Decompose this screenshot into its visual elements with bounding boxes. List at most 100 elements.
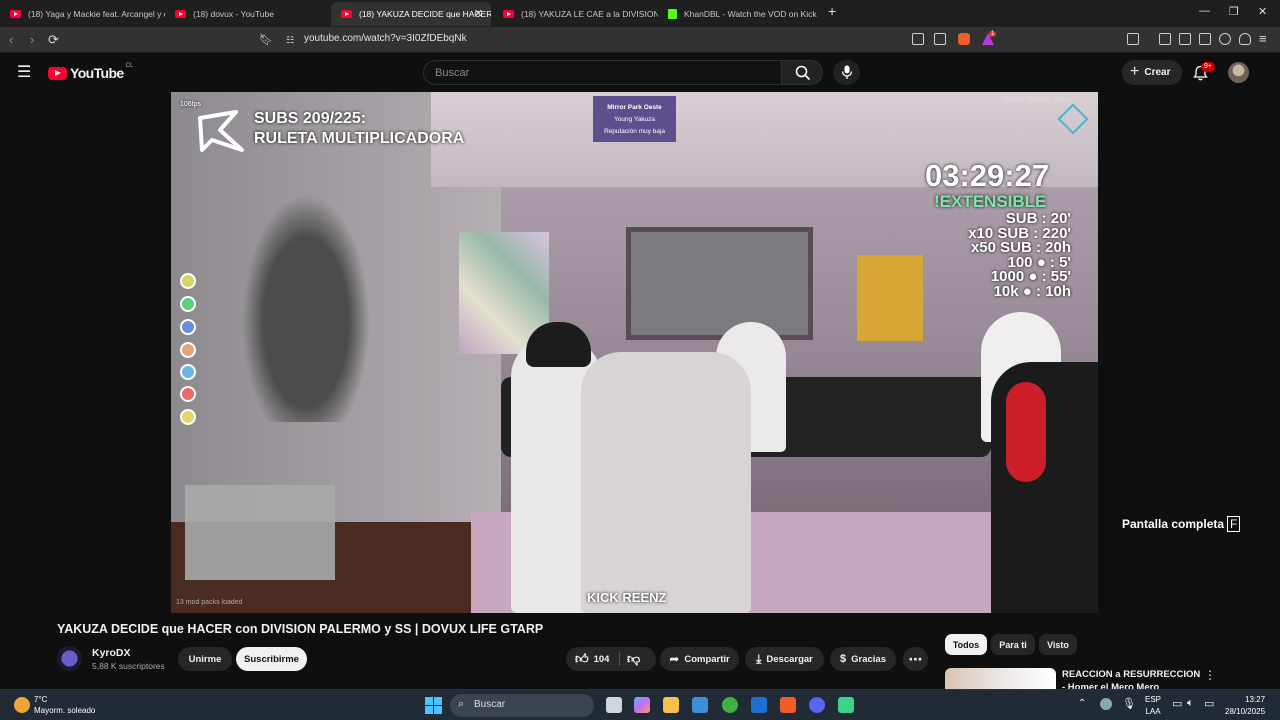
more-actions-icon[interactable]: ⋯ — [903, 647, 928, 671]
download-button[interactable]: ⤓ Descargar — [745, 647, 824, 671]
create-button[interactable]: + Crear — [1122, 60, 1182, 85]
divider — [619, 652, 620, 666]
thirst-status-icon — [180, 364, 196, 380]
copilot-icon[interactable] — [634, 697, 650, 713]
file-explorer-icon[interactable] — [663, 697, 679, 713]
browser-tab[interactable]: (18) dovux - YouTube — [165, 2, 330, 26]
health-status-icon — [180, 296, 196, 312]
create-label: Crear — [1144, 67, 1171, 78]
back-icon[interactable]: ‹ — [9, 32, 13, 47]
store-icon[interactable] — [692, 697, 708, 713]
new-tab-icon[interactable]: + — [828, 3, 836, 19]
browser-tab-active[interactable]: (18) YAKUZA DECIDE que HACER ✕ — [331, 2, 491, 26]
dislike-icon[interactable]: 👎︎ — [627, 651, 640, 667]
subathon-timer: 03:29:27 — [925, 158, 1050, 193]
location-title: Mirror Park Oeste — [607, 104, 662, 111]
subs-roulette-text: RULETA MULTIPLICADORA — [254, 130, 465, 147]
suggested-video-thumbnail[interactable] — [945, 668, 1056, 690]
bookmark-icon[interactable]: 🔖︎ — [259, 33, 273, 46]
channel-avatar[interactable] — [57, 646, 82, 671]
search-icon — [795, 65, 811, 81]
server-tag: FiveM* (b3258) (Beta) — [1004, 97, 1073, 104]
search-placeholder: Buscar — [435, 67, 470, 79]
windows-start-icon[interactable] — [425, 697, 442, 714]
brave-browser-icon[interactable] — [780, 697, 796, 713]
task-view-icon[interactable] — [606, 697, 622, 713]
hunger-status-icon — [180, 273, 196, 289]
minimize-icon[interactable]: — — [1199, 5, 1210, 17]
tray-app-icon[interactable] — [1100, 698, 1112, 710]
browser-tab-strip: (18) Yaga y Mackie feat. Arcangel y d (1… — [0, 0, 1280, 27]
channel-name[interactable]: KyroDX — [92, 647, 131, 659]
plant — [231, 172, 381, 422]
site-info-icon[interactable]: ☷ — [286, 35, 294, 46]
taskbar-search[interactable]: ⌕ Buscar — [450, 694, 594, 717]
browser-address-bar: ‹ › ⟳ 🔖︎ ☷ youtube.com/watch?v=3I0ZfDEbq… — [0, 27, 1280, 53]
wallet-icon[interactable] — [1199, 33, 1211, 45]
url-field[interactable]: youtube.com/watch?v=3I0ZfDEbqNk — [304, 33, 467, 44]
sidebar-icon[interactable] — [1179, 33, 1191, 45]
chip-todos[interactable]: Todos — [945, 634, 987, 655]
youtube-icon — [503, 10, 514, 18]
suggested-video-title[interactable]: REACCION a RESURRECCION - Homer el Mero … — [1062, 668, 1202, 690]
system-clock[interactable]: 13:27 28/10/2025 — [1225, 694, 1265, 718]
browser-tab[interactable]: (18) Yaga y Mackie feat. Arcangel y d — [0, 2, 165, 26]
tray-overflow-icon[interactable]: ⌃ — [1078, 698, 1086, 709]
hamburger-menu-icon[interactable]: ☰ — [17, 62, 31, 82]
sidebar-toggle-icon[interactable] — [1127, 33, 1139, 45]
xbox-icon[interactable] — [722, 697, 738, 713]
like-icon[interactable]: 👍︎ — [575, 651, 589, 667]
input-language[interactable]: ESP LAA — [1145, 694, 1161, 718]
location-gang: Young Yakuza — [613, 116, 656, 123]
thanks-button[interactable]: $ Gracias — [830, 647, 896, 671]
stamina-status-icon — [180, 409, 196, 425]
network-icon[interactable]: ▭ — [1172, 697, 1182, 710]
browser-tab[interactable]: (18) YAKUZA LE CAE a la DIVISION P — [493, 2, 658, 26]
close-tab-icon[interactable]: ✕ — [474, 7, 483, 20]
join-button[interactable]: Unirme — [178, 647, 232, 671]
window-close-icon[interactable]: ✕ — [1258, 5, 1267, 18]
voice-search-button[interactable] — [833, 60, 860, 85]
search-input[interactable]: Buscar — [423, 60, 782, 85]
user-avatar[interactable] — [1228, 62, 1249, 83]
search-button[interactable] — [781, 60, 823, 85]
youtube-icon — [341, 10, 352, 18]
minimap — [185, 485, 335, 580]
brave-shield-icon[interactable] — [958, 33, 970, 45]
volume-icon[interactable]: 🔈︎ — [1187, 697, 1194, 710]
youtube-icon — [48, 66, 67, 80]
discord-icon[interactable] — [809, 697, 825, 713]
fps-counter: 106fps — [180, 101, 202, 108]
plus-icon: + — [1130, 62, 1140, 80]
restore-icon[interactable]: ❐ — [1229, 5, 1239, 18]
leo-ai-icon[interactable] — [1219, 33, 1231, 45]
share-icon[interactable] — [934, 33, 946, 45]
browser-tab[interactable]: KhanDBL - Watch the VOD on Kick — [658, 2, 823, 26]
tray-microphone-icon[interactable]: 🎙︎ — [1122, 697, 1136, 710]
share-button[interactable]: ➦ Compartir — [660, 647, 739, 671]
language-layout: LAA — [1145, 707, 1161, 716]
vpn-icon[interactable] — [1239, 33, 1251, 45]
music-icon[interactable] — [1159, 33, 1171, 45]
weather-widget[interactable]: 7°C Mayorm. soleado — [14, 694, 95, 716]
battery-icon[interactable]: ▭ — [1204, 697, 1214, 710]
menu-icon[interactable]: ≡ — [1259, 31, 1267, 46]
channel-subscribers: 5,88 K suscriptores — [92, 661, 165, 671]
app-icon[interactable] — [838, 697, 854, 713]
reload-icon[interactable]: ⟳ — [48, 32, 59, 48]
youtube-header: ☰ YouTube CL Buscar + Crear 9+ — [0, 53, 1280, 91]
forward-icon[interactable]: › — [30, 32, 34, 47]
youtube-logo[interactable]: YouTube CL — [48, 63, 133, 81]
logo-text: YouTube — [70, 65, 124, 81]
outlook-icon[interactable] — [751, 697, 767, 713]
tab-title: (18) Yaga y Mackie feat. Arcangel y d — [28, 9, 165, 19]
cast-icon[interactable] — [912, 33, 924, 45]
taskbar-search-label: Buscar — [474, 699, 506, 710]
video-player[interactable]: 106fps SUBS 209/225: RULETA MULTIPLICADO… — [171, 92, 1098, 613]
subscribe-button[interactable]: Suscribirme — [236, 647, 307, 671]
food-status-icon — [180, 342, 196, 358]
suggestion-menu-icon[interactable]: ⋮ — [1204, 668, 1216, 682]
chip-visto[interactable]: Visto — [1039, 634, 1077, 655]
chip-label: Todos — [952, 639, 980, 650]
chip-para-ti[interactable]: Para ti — [991, 634, 1035, 655]
